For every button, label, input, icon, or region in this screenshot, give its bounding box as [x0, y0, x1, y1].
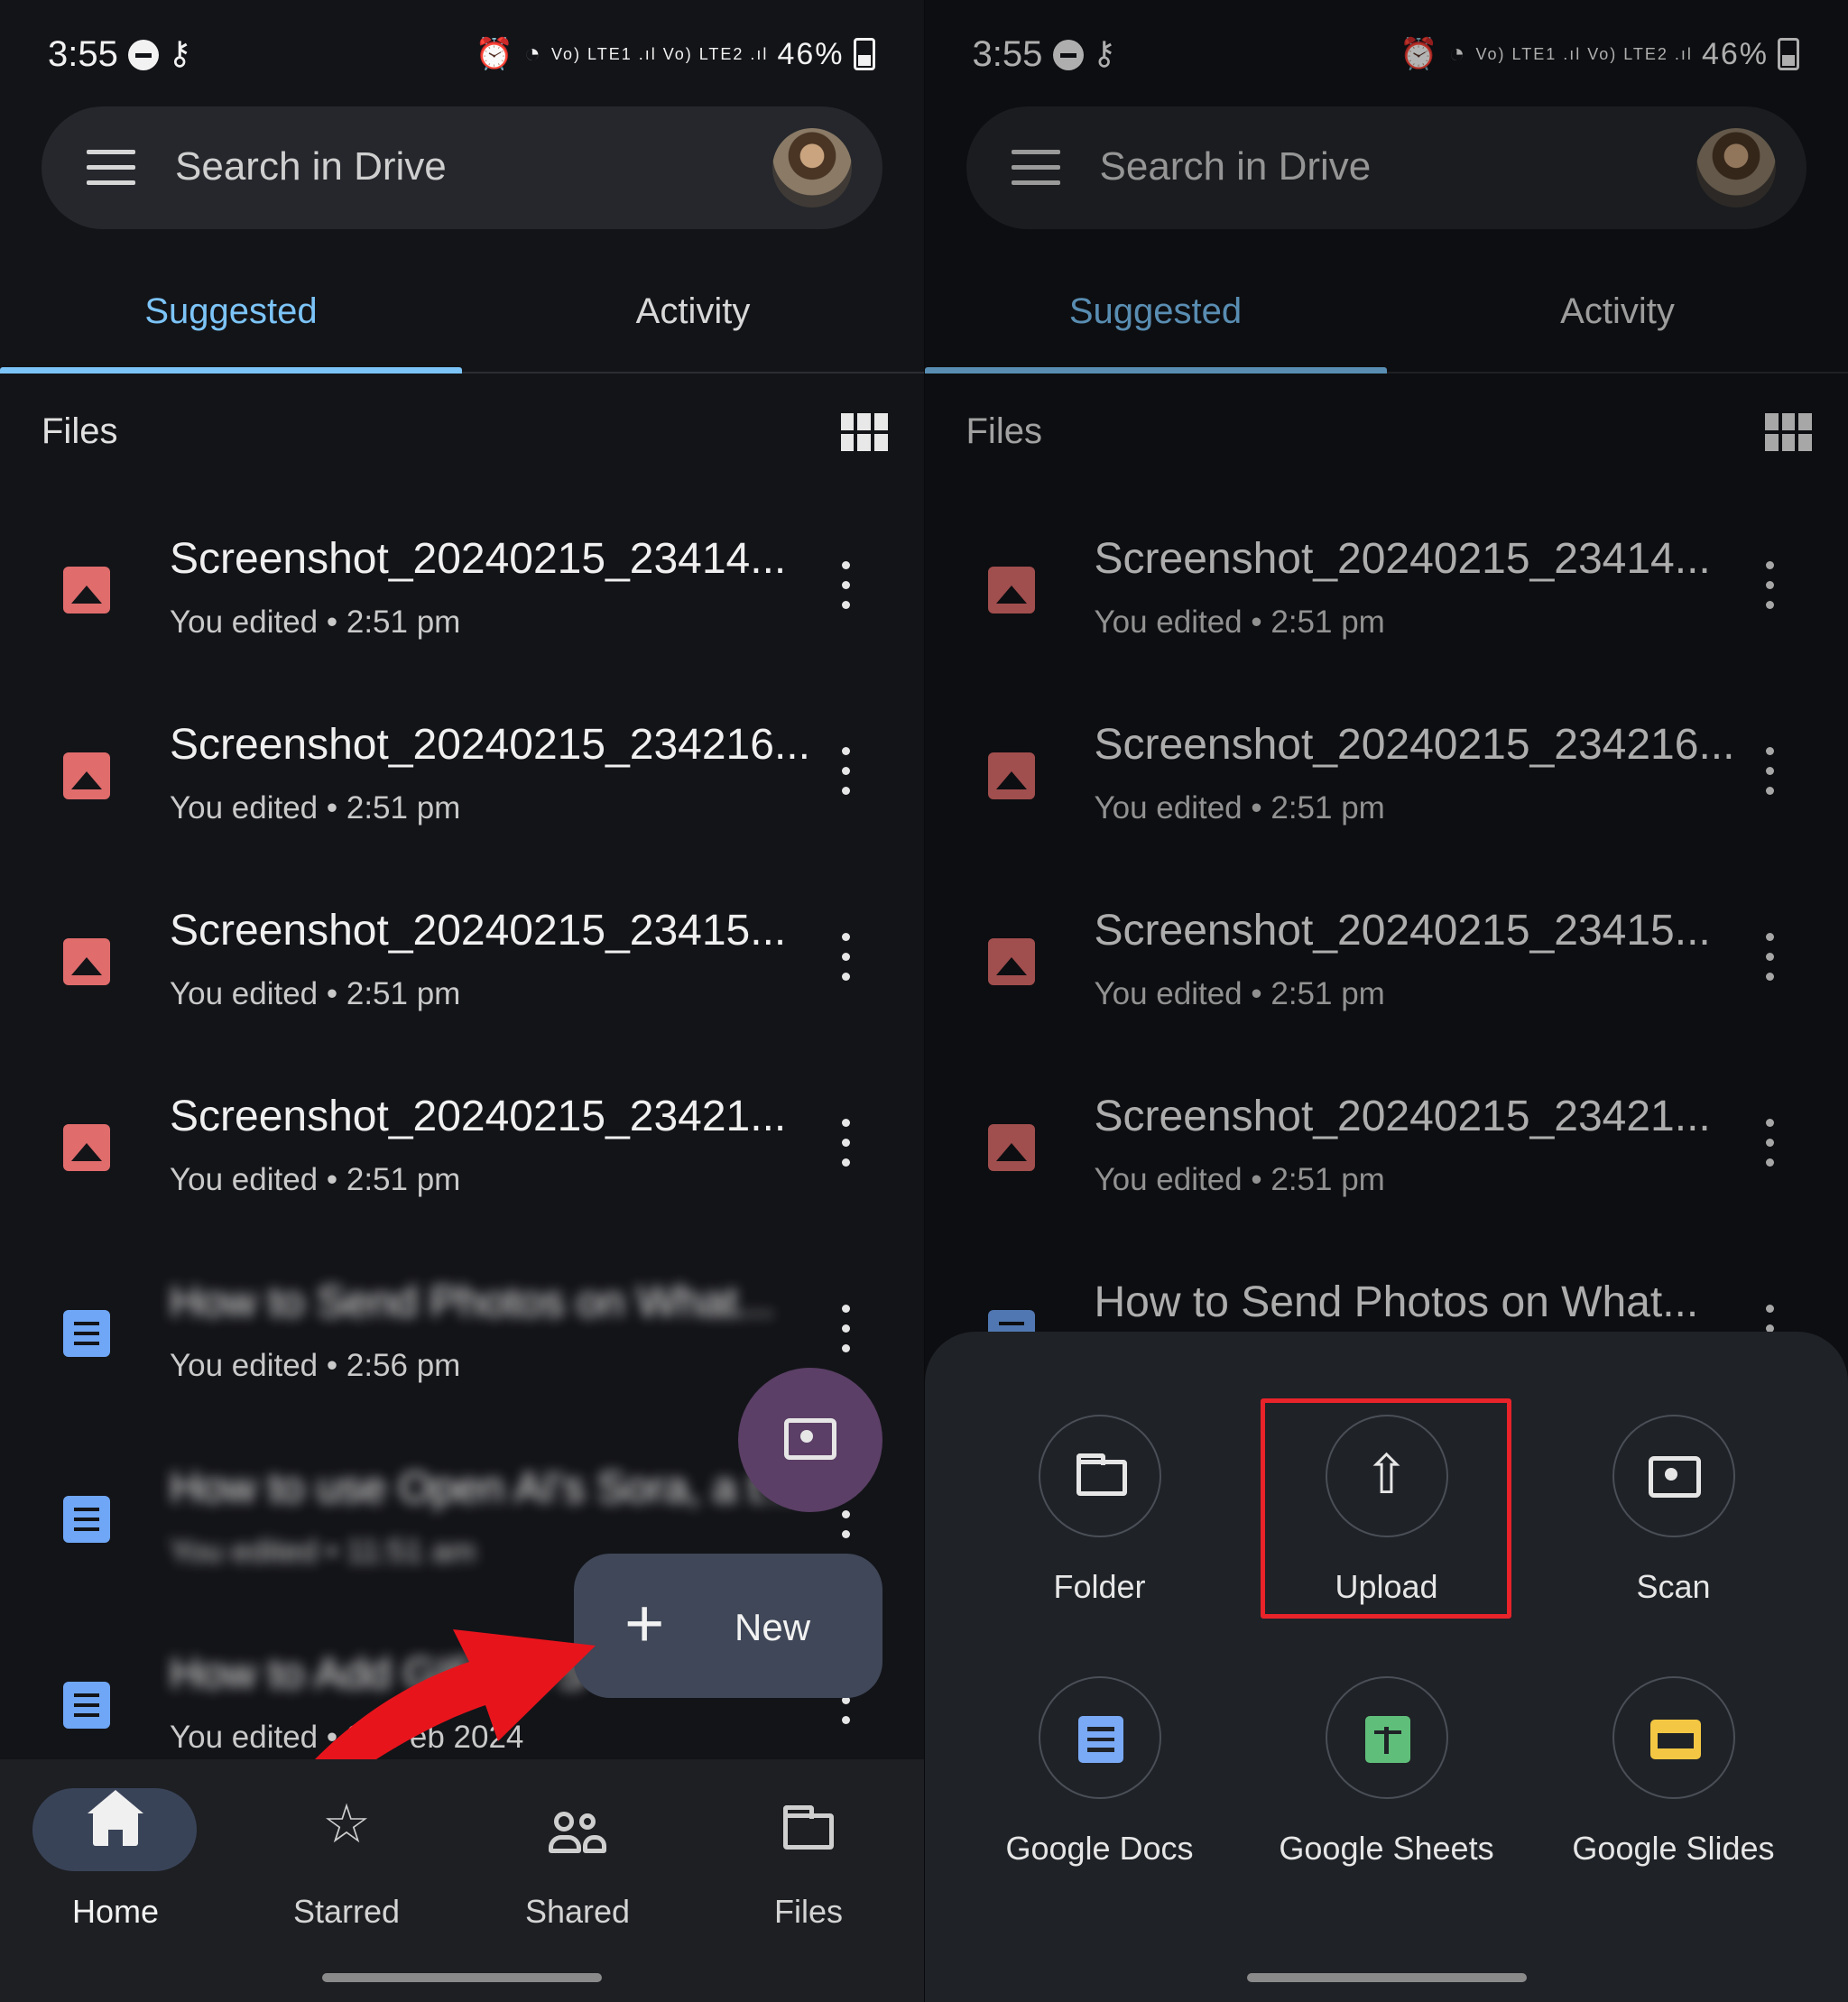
doc-file-icon [63, 1310, 110, 1357]
grid-view-icon[interactable] [840, 413, 888, 451]
folder-icon [783, 1805, 834, 1850]
file-name: How to use Open AI's Sora, a t... [170, 1464, 797, 1512]
file-name: Screenshot_20240215_234216... [170, 721, 810, 769]
tab-bar: Suggested Activity [0, 262, 924, 374]
sheets-icon [1364, 1716, 1410, 1763]
google-slides-option[interactable]: Google Slides [1538, 1676, 1809, 1893]
option-label: Folder [1053, 1568, 1146, 1605]
create-folder-option[interactable]: Folder [965, 1415, 1235, 1631]
file-meta: You edited • 2:51 pm [170, 604, 461, 640]
files-heading: Files [42, 411, 118, 451]
more-options-icon[interactable] [839, 1119, 852, 1173]
nav-label: Starred [292, 1893, 401, 1930]
file-meta: You edited • 2:51 pm [170, 1162, 461, 1197]
nav-label: Home [71, 1893, 160, 1930]
image-file-icon [63, 567, 110, 614]
option-label: Google Sheets [1279, 1830, 1494, 1867]
file-name: How to Send Photos on What... [170, 1278, 774, 1326]
file-meta: You edited • 2:51 pm [170, 976, 461, 1011]
signal-icon: Vo) LTE1 .ıl Vo) LTE2 .ıl [551, 44, 769, 63]
slides-icon [1649, 1720, 1701, 1759]
status-icons: ⏰ ◔ Vo) LTE1 .ıl Vo) LTE2 .ıl 46% [476, 36, 875, 72]
gesture-bar[interactable] [322, 1973, 602, 1982]
gesture-bar[interactable] [1246, 1973, 1527, 1982]
file-name: Screenshot_20240215_23415... [170, 907, 787, 955]
bottom-navigation: Home ☆ Starred Shared Files [0, 1759, 924, 2002]
alarm-icon: ⏰ [475, 37, 515, 71]
upload-highlight-box [1260, 1398, 1511, 1619]
file-meta: You edited • 2:51 pm [170, 790, 461, 826]
camera-icon [1648, 1456, 1701, 1498]
image-file-icon [63, 1124, 110, 1171]
option-circle [1038, 1415, 1161, 1537]
status-time: 3:55 [48, 34, 118, 74]
plus-icon: + [624, 1585, 665, 1662]
menu-icon[interactable] [87, 150, 135, 186]
nav-starred[interactable]: ☆ Starred [231, 1759, 462, 1940]
new-button-label: New [735, 1606, 811, 1648]
option-label: Google Slides [1572, 1830, 1775, 1867]
file-meta: You edited • 2:56 pm [170, 1348, 461, 1383]
scan-fab[interactable] [738, 1368, 882, 1512]
tab-suggested[interactable]: Suggested [0, 262, 462, 370]
google-docs-option[interactable]: Google Docs [965, 1676, 1235, 1893]
file-name: How to Add GIFs to S [170, 1650, 587, 1698]
doc-file-icon [63, 1496, 110, 1543]
key-icon: ⚷ [168, 34, 192, 71]
battery-icon [853, 38, 875, 70]
more-options-icon[interactable] [839, 747, 852, 801]
option-circle [1325, 1676, 1448, 1799]
tab-activity[interactable]: Activity [462, 262, 924, 370]
google-sheets-option[interactable]: Google Sheets [1252, 1676, 1522, 1893]
nav-label: Files [773, 1893, 843, 1930]
right-screen: 3:55 ⚷ ⏰ ◔ Vo) LTE1 .ıl Vo) LTE2 .ıl 46%… [923, 0, 1848, 2002]
file-meta: You edited • 21 Feb 2024 [170, 1720, 524, 1755]
list-item[interactable]: Screenshot_20240215_234216... You edited… [0, 691, 924, 876]
file-name: Screenshot_20240215_23414... [170, 535, 787, 583]
option-label: Google Docs [1005, 1830, 1194, 1867]
more-options-icon[interactable] [839, 561, 852, 615]
image-file-icon [63, 752, 110, 799]
nav-shared[interactable]: Shared [462, 1759, 693, 1940]
doc-file-icon [63, 1682, 110, 1729]
battery-level: 46% [777, 36, 845, 71]
account-avatar[interactable] [772, 128, 852, 208]
nav-label: Shared [524, 1893, 631, 1930]
status-bar: 3:55 ⚷ ⏰ ◔ Vo) LTE1 .ıl Vo) LTE2 .ıl 46% [0, 0, 924, 108]
docs-icon [1077, 1716, 1123, 1763]
option-label: Scan [1636, 1568, 1711, 1605]
scan-option[interactable]: Scan [1538, 1415, 1809, 1631]
home-icon [88, 1790, 143, 1846]
folder-icon [1076, 1453, 1127, 1496]
option-circle [1038, 1676, 1161, 1799]
image-file-icon [63, 938, 110, 985]
tab-indicator [0, 367, 462, 374]
search-placeholder[interactable]: Search in Drive [175, 144, 447, 189]
more-options-icon[interactable] [839, 933, 852, 987]
wifi-icon: ◔ [523, 39, 543, 69]
left-screen: 3:55 ⚷ ⏰ ◔ Vo) LTE1 .ıl Vo) LTE2 .ıl 46%… [0, 0, 924, 2002]
star-icon: ☆ [322, 1794, 371, 1854]
people-icon [549, 1812, 606, 1855]
list-item[interactable]: Screenshot_20240215_23414... You edited … [0, 505, 924, 690]
file-meta: You edited • 11:51 am [170, 1534, 476, 1569]
more-options-icon[interactable] [839, 1305, 852, 1359]
file-name: Screenshot_20240215_23421... [170, 1093, 787, 1140]
do-not-disturb-icon [128, 40, 159, 70]
nav-files[interactable]: Files [693, 1759, 924, 1940]
option-circle [1612, 1676, 1735, 1799]
search-bar[interactable]: Search in Drive [42, 106, 882, 229]
camera-icon [784, 1418, 836, 1460]
list-item[interactable]: Screenshot_20240215_23421... You edited … [0, 1063, 924, 1248]
list-item[interactable]: Screenshot_20240215_23415... You edited … [0, 877, 924, 1062]
new-button[interactable]: + New [574, 1554, 882, 1698]
option-circle [1612, 1415, 1735, 1537]
